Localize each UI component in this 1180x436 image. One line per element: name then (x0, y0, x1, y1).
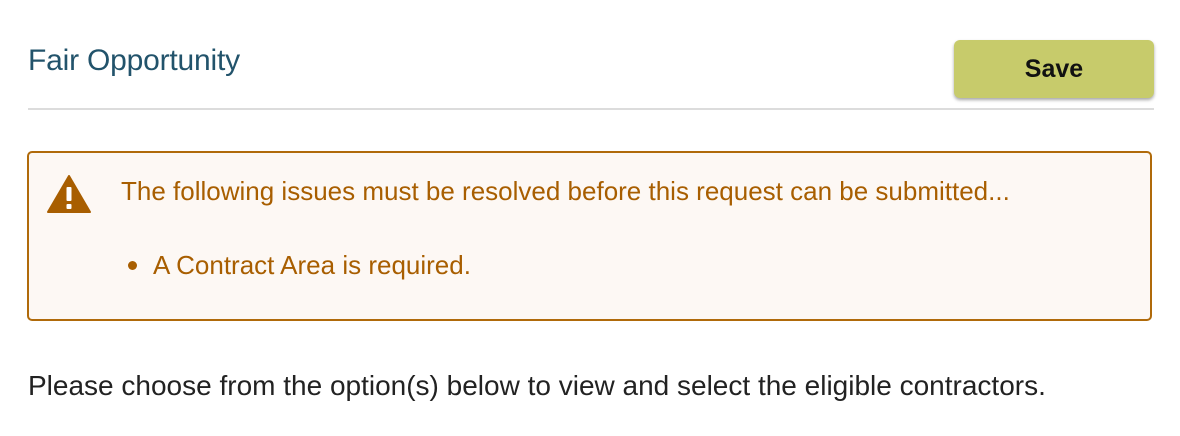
list-item: A Contract Area is required. (125, 247, 471, 283)
issue-list: A Contract Area is required. (125, 247, 471, 283)
warning-icon (47, 175, 91, 213)
page-header: Fair Opportunity Save (28, 36, 1154, 110)
alert-message: The following issues must be resolved be… (121, 176, 1010, 206)
instructions-text: Please choose from the option(s) below t… (28, 370, 1046, 401)
issue-text: A Contract Area is required. (153, 250, 471, 280)
page-title: Fair Opportunity (28, 44, 240, 77)
validation-alert: The following issues must be resolved be… (27, 151, 1152, 321)
bullet-icon (128, 261, 137, 270)
save-button[interactable]: Save (954, 40, 1154, 98)
